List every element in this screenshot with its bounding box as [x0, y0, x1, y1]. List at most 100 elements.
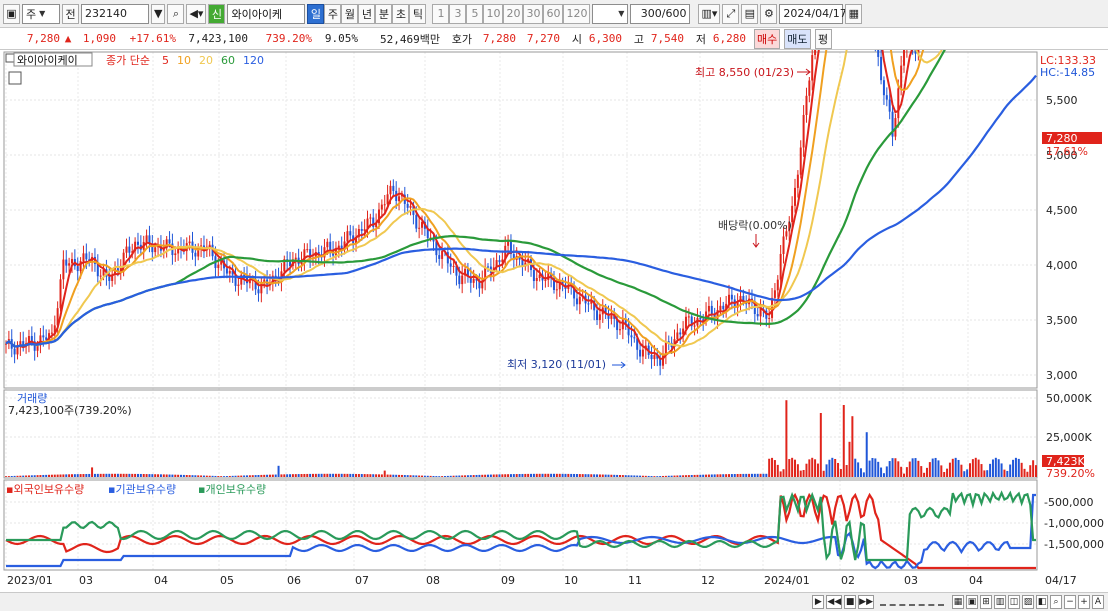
scroll-end-icon[interactable]: ▶▶ [858, 595, 874, 609]
volume-bar [544, 473, 547, 477]
layout-icon-7[interactable]: ◧ [1036, 595, 1048, 609]
layout-icon-5[interactable]: ◫ [1008, 595, 1020, 609]
volume-bar [871, 457, 874, 477]
candle-body [108, 276, 111, 282]
volume-bar [177, 474, 180, 477]
new-badge: 신 [208, 3, 226, 24]
period-tab-2[interactable]: 월 [341, 3, 359, 24]
sell-button[interactable]: 매도 [784, 28, 811, 49]
candle-type-icon[interactable]: ▥▾ [698, 3, 721, 24]
candle-body [903, 50, 906, 66]
interval-tab-5[interactable]: 5 [466, 3, 484, 24]
x-tick-label: 09 [501, 574, 515, 587]
interval-tab-10[interactable]: 10 [483, 3, 504, 24]
volume-bar [857, 462, 860, 477]
period-tab-3[interactable]: 년 [358, 3, 376, 24]
volume-bar [880, 467, 883, 477]
volume-bar [191, 475, 194, 477]
interval-select[interactable]: ▼ [592, 3, 629, 24]
volume-bar [555, 473, 558, 477]
candle-body [346, 231, 349, 242]
interval-tab-1[interactable]: 1 [432, 3, 450, 24]
layout-icon-6[interactable]: ▨ [1022, 595, 1034, 609]
volume-bar [289, 474, 292, 477]
zoom-slider[interactable] [880, 598, 944, 606]
volume-ratio: 739.20% [265, 32, 312, 45]
date-field[interactable]: 2024/04/17 [779, 3, 847, 24]
volume-bar [398, 474, 401, 477]
zoom-out-icon[interactable]: ⌕ [1050, 595, 1062, 609]
x-tick-label: 03 [79, 574, 93, 587]
grid-toggle-icon[interactable] [8, 71, 22, 85]
layout-icon-3[interactable]: ⊞ [980, 595, 992, 609]
period-tab-0[interactable]: 일 [307, 3, 325, 24]
font-size-icon[interactable]: A [1092, 595, 1104, 609]
speaker-icon[interactable]: ◀▾ [186, 3, 207, 24]
search-icon[interactable]: ⌕ [167, 3, 185, 24]
volume-bar [484, 474, 487, 477]
gear-icon[interactable]: ⚙ [760, 3, 778, 24]
interval-tab-30[interactable]: 30 [523, 3, 544, 24]
volume-bar [624, 475, 627, 477]
volume-bar [116, 473, 119, 477]
stock-name-field[interactable]: 와이아이케 [227, 3, 306, 24]
volume-bar [65, 474, 68, 477]
volume-bar [986, 470, 989, 477]
stop-icon[interactable]: ■ [844, 595, 857, 609]
period-tab-1[interactable]: 주 [324, 3, 342, 24]
calendar-icon[interactable]: ▦ [845, 3, 863, 24]
interval-tab-60[interactable]: 60 [543, 3, 564, 24]
stock-chart[interactable]: 8,0007,5007,0006,5006,0005,5005,0004,500… [0, 50, 1108, 592]
volume-bar [311, 473, 314, 477]
volume-bar [791, 457, 794, 477]
save-icon[interactable]: ▤ [741, 3, 759, 24]
candle-body [621, 319, 624, 330]
volume-bar [641, 475, 644, 477]
volume-bar [713, 474, 716, 477]
volume-bar [837, 462, 840, 477]
candle-body [380, 204, 383, 210]
eval-button[interactable]: 평 [814, 28, 832, 49]
volume-bar [966, 469, 969, 477]
minus-icon[interactable]: − [1064, 595, 1076, 609]
market-select[interactable]: 주 ▼ [22, 3, 60, 24]
candle-body [50, 332, 53, 334]
interval-tab-3[interactable]: 3 [449, 3, 467, 24]
period-tab-4[interactable]: 분 [375, 3, 393, 24]
draw-tool-icon[interactable]: ⤢ [722, 3, 740, 24]
interval-tab-20[interactable]: 20 [503, 3, 524, 24]
volume-bar [940, 465, 943, 477]
volume-bar [340, 473, 343, 477]
candle-body [406, 203, 409, 208]
candle-body [633, 337, 636, 339]
candle-body [174, 253, 177, 256]
volume-bar [994, 457, 997, 477]
prev-button[interactable]: 전 [62, 3, 79, 24]
period-tab-6[interactable]: 틱 [409, 3, 427, 24]
volume-bar [412, 475, 415, 477]
volume-bar [85, 473, 88, 477]
window-icon[interactable]: ▣ [3, 3, 20, 24]
candle-body [415, 214, 418, 229]
price-legend-item: 60 [221, 54, 235, 67]
plus-icon[interactable]: + [1078, 595, 1090, 609]
buy-button[interactable]: 매수 [754, 28, 781, 49]
ask-price: 7,280 [482, 32, 516, 45]
candle-body [257, 289, 260, 294]
scroll-right-icon[interactable]: ▶ [812, 595, 825, 609]
interval-tab-120[interactable]: 120 [563, 3, 591, 24]
layout-icon-4[interactable]: ▥ [994, 595, 1006, 609]
volume-bar [748, 473, 751, 477]
count-field[interactable]: 300/600 [630, 3, 691, 24]
volume-bar [33, 475, 36, 477]
layout-icon-2[interactable]: ▣ [966, 595, 978, 609]
code-input[interactable]: 232140 [81, 3, 149, 24]
volume-bar [647, 475, 650, 477]
period-tab-5[interactable]: 초 [392, 3, 410, 24]
layout-icon-1[interactable]: ▦ [952, 595, 964, 609]
candle-body [452, 265, 455, 267]
panel-menu-icon[interactable] [5, 53, 15, 63]
scroll-start-icon[interactable]: ◀◀ [826, 595, 843, 609]
volume-bar [771, 457, 774, 477]
code-dropdown-icon[interactable]: ▼ [151, 3, 166, 24]
